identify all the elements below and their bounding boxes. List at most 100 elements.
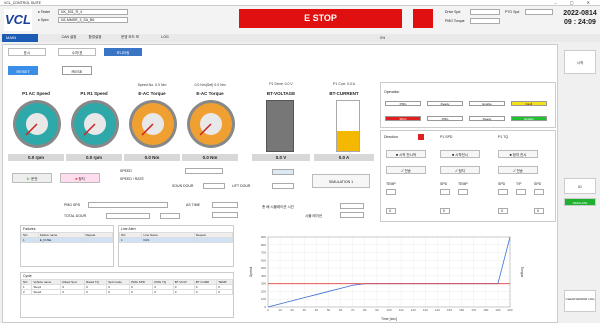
table-cell: 0 xyxy=(84,289,108,295)
progress-label: 0% xyxy=(380,36,386,40)
grid-input-1[interactable] xyxy=(386,189,396,195)
subtab-display[interactable]: 표시 xyxy=(8,48,46,56)
soun-dour-input[interactable] xyxy=(203,183,225,189)
gauge-3-title: E-AC Torque xyxy=(138,91,166,96)
x-tick-label: 50 xyxy=(327,308,331,312)
bar-2-value: 0.0 A xyxy=(314,154,374,161)
table-row[interactable]: 1 E_FUSE xyxy=(21,237,114,243)
table-row[interactable]: 2 Step2 0 0 0 0 0 0 0 0 xyxy=(20,289,233,295)
bar-2-head: P1 Curr: 0.0 A xyxy=(333,82,355,86)
gauge-2-dial xyxy=(71,100,119,148)
side-top-button[interactable]: 시작 xyxy=(564,50,596,74)
nav-log[interactable]: LOG xyxy=(155,34,175,41)
clear-error-log-button[interactable]: CLEAR ERROR LOG xyxy=(564,290,596,312)
gauge-1-title: P1 AC Speed xyxy=(22,91,50,96)
grid-input-4[interactable] xyxy=(498,189,508,195)
window-title: VCL_CONTROL SUITE xyxy=(4,1,42,5)
line-alert-table: NO Line Name Repeat 1 FAN xyxy=(118,232,234,243)
pmg-torque-label: PMG Torque xyxy=(445,19,465,23)
stop-label: 정지 xyxy=(78,177,85,181)
reset-button[interactable]: RESET xyxy=(8,66,38,75)
op-send-button-2[interactable]: ✓ 전송 xyxy=(498,166,538,174)
subtab-monitoring[interactable]: 모니터링 xyxy=(104,48,142,56)
bt-voltage-bar xyxy=(266,100,294,152)
gauge-2-value: 0.0 rpm xyxy=(66,154,122,161)
lift-dour-input[interactable] xyxy=(272,183,294,189)
speed-rate-input[interactable] xyxy=(272,169,294,175)
spec-label: ♦ Spec xyxy=(38,18,49,22)
comp-label: 총 배 시뮬레이션 시간 xyxy=(262,205,294,209)
cycle-panel: Cycle NO Vehicle name Rated Spd Rated TQ Spd… xyxy=(20,272,234,318)
y-tick-label: 400 xyxy=(261,274,266,278)
sub-value-1[interactable]: 0 xyxy=(386,208,396,214)
grid-input-2[interactable] xyxy=(440,189,450,195)
grid-spd-label-2: SPD xyxy=(498,182,506,186)
gauge-3-dial xyxy=(129,100,177,148)
date-display: 2022-0814 xyxy=(563,10,597,17)
estop-button[interactable]: E STOP xyxy=(239,9,402,28)
run-label: 운전 xyxy=(31,177,38,181)
direction-indicator xyxy=(418,134,424,140)
bar-2-title: BT-CURRENT xyxy=(329,91,359,96)
y-tick-label: 700 xyxy=(261,251,266,255)
play-icon: ▶ xyxy=(26,177,31,181)
table-row[interactable]: 1 FAN xyxy=(118,237,234,243)
op-halt-button[interactable]: ✓ 정지 xyxy=(440,166,480,174)
x-tick-label: 100 xyxy=(386,308,391,312)
y-tick-label: 300 xyxy=(261,282,266,286)
tab-main[interactable]: MAIN xyxy=(2,34,38,42)
nav-env-settings[interactable]: 환경설정 xyxy=(84,34,106,41)
p1-tq-label: P1 TQ xyxy=(498,135,509,139)
sub-value-4[interactable]: 0 xyxy=(534,208,544,214)
bt-current-fill xyxy=(337,131,359,151)
sub-value-3[interactable]: 0 xyxy=(498,208,508,214)
x-tick-label: 10 xyxy=(278,308,282,312)
simulation-button[interactable]: SIMULATION 1 xyxy=(312,174,370,188)
as-time-input[interactable] xyxy=(212,202,238,208)
op-pmg: PMG xyxy=(385,101,421,106)
nav-can-settings[interactable]: CAN 설정 xyxy=(58,34,80,41)
y-tick-label: 200 xyxy=(261,289,266,293)
tester-label: ♦ Tester xyxy=(38,10,51,14)
pmg-spd-input[interactable] xyxy=(88,202,168,208)
grid-input-5[interactable] xyxy=(516,189,526,195)
op-start-button[interactable]: ■ 시작 전시작 xyxy=(386,150,426,158)
speed-input[interactable] xyxy=(185,168,223,174)
y-tick-label: 800 xyxy=(261,243,266,247)
gauge-4-value: 0.0 Nm xyxy=(182,154,238,161)
sub-value-2[interactable]: 0 xyxy=(440,208,450,214)
gauge-area: P1 AC Speed 0.0 rpm P1 R1 Speed 0.0 rpm … xyxy=(6,82,246,164)
gauge-4-dial xyxy=(187,100,235,148)
operation-title: Operation xyxy=(384,90,400,94)
gauge-1-value: 0.0 rpm xyxy=(8,154,64,161)
run-button[interactable]: ▶ 운전 xyxy=(12,173,52,183)
grid-input-3[interactable] xyxy=(458,189,468,195)
grid-input-6[interactable] xyxy=(534,189,544,195)
op-send-button[interactable]: ✓ 전송 xyxy=(386,166,426,174)
bar-1-title: BT-VOLTAGE xyxy=(266,91,296,96)
grid-temp-label: TEMP xyxy=(386,182,396,186)
y2-axis-label: Torque xyxy=(520,267,524,278)
comp2-input[interactable] xyxy=(340,212,364,218)
as-time-input-2[interactable] xyxy=(212,212,238,218)
spec-field[interactable]: NZ-MMSR_3_SA_B6 xyxy=(58,17,128,23)
comp-input[interactable] xyxy=(340,203,364,209)
side-id-button[interactable]: ID xyxy=(564,178,596,194)
cycle-body: 1 Step1 0 0 0 0 0 0 0 0 2 Step2 0 0 0 0 0 0 0 0 xyxy=(20,284,233,295)
subtab-numeric[interactable]: 수치/표 xyxy=(58,48,96,56)
table-cell: 0 xyxy=(216,289,233,295)
side-simulate-button[interactable]: SIMULATE xyxy=(564,198,596,206)
nav-op-mode[interactable]: 운영 모드 보 xyxy=(110,34,150,41)
x-tick-label: 20 xyxy=(291,308,295,312)
y-tick-label: 900 xyxy=(261,235,266,239)
stop-button[interactable]: ■ 정지 xyxy=(60,173,100,183)
y-tick-label: 100 xyxy=(261,297,266,301)
reset-button-2[interactable]: RESE xyxy=(62,66,92,75)
grid-tp-label: T/P xyxy=(516,182,522,186)
tester-field[interactable]: NX_501_R_4 xyxy=(58,9,128,15)
op-stop-button[interactable]: ■ 정지 전시 xyxy=(498,150,538,158)
total-dour-input-2[interactable] xyxy=(160,213,180,219)
total-dour-input[interactable] xyxy=(106,213,150,219)
op-start-button-2[interactable]: ■ 시작전시 xyxy=(440,150,480,158)
failures-panel: Failures NO Failure name Repeat 1 E_FUSE xyxy=(20,225,114,267)
